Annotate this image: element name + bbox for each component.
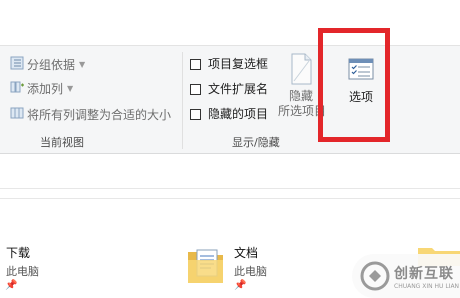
add-columns-icon [10,80,24,98]
view-ribbon: 分组依据 ▼ 添加列 ▼ 将所有列调整为合适的大小 当前视图 项目复选框 文件扩… [0,45,460,154]
pin-icon: 📌 [234,280,247,291]
file-location-downloads: 此电脑 [6,265,39,278]
hidden-items-label: 隐藏的项目 [208,107,269,121]
hidden-items-checkbox[interactable] [190,108,201,120]
size-all-columns-button[interactable]: 将所有列调整为合适的大小 [10,106,171,124]
file-extensions-checkbox[interactable] [190,83,201,95]
pin-icon: 📌 [5,280,18,291]
watermark-subtext: CHUANG XIN HU LIAN [394,282,460,290]
file-location-documents: 此电脑 [234,265,267,278]
content-divider [0,198,460,199]
add-columns-button[interactable]: 添加列 ▼ [10,80,73,98]
show-hide-group-label: 显示/隐藏 [232,136,280,149]
group-by-label: 分组依据 [27,58,76,72]
file-extensions-label: 文件扩展名 [208,82,269,96]
chevron-down-icon: ▼ [79,60,86,69]
item-checkboxes-checkbox[interactable] [190,58,201,70]
add-columns-label: 添加列 [27,82,64,96]
size-all-columns-label: 将所有列调整为合适的大小 [27,108,172,122]
group-by-button[interactable]: 分组依据 ▼ [10,56,85,74]
hidden-items-option[interactable]: 隐藏的项目 [190,106,268,122]
file-extensions-option[interactable]: 文件扩展名 [190,81,268,97]
file-name-downloads[interactable]: 下载 [6,244,30,261]
group-by-icon [10,56,24,74]
watermark-text: 创新互联 [394,265,454,282]
documents-folder-icon[interactable] [187,244,225,290]
options-highlight-box [318,28,390,142]
item-checkboxes-option[interactable]: 项目复选框 [190,56,268,72]
file-name-documents[interactable]: 文档 [234,244,258,261]
group-separator [182,52,183,149]
address-bar-divider [0,188,460,189]
watermark-logo: 创新互联 CHUANG XIN HU LIAN [352,254,460,298]
size-columns-icon [10,106,24,124]
current-view-group-label: 当前视图 [40,136,84,149]
item-checkboxes-label: 项目复选框 [208,57,269,71]
chevron-down-icon: ▼ [67,84,74,93]
window-top-area [0,0,460,45]
watermark-mark-icon [360,261,390,291]
